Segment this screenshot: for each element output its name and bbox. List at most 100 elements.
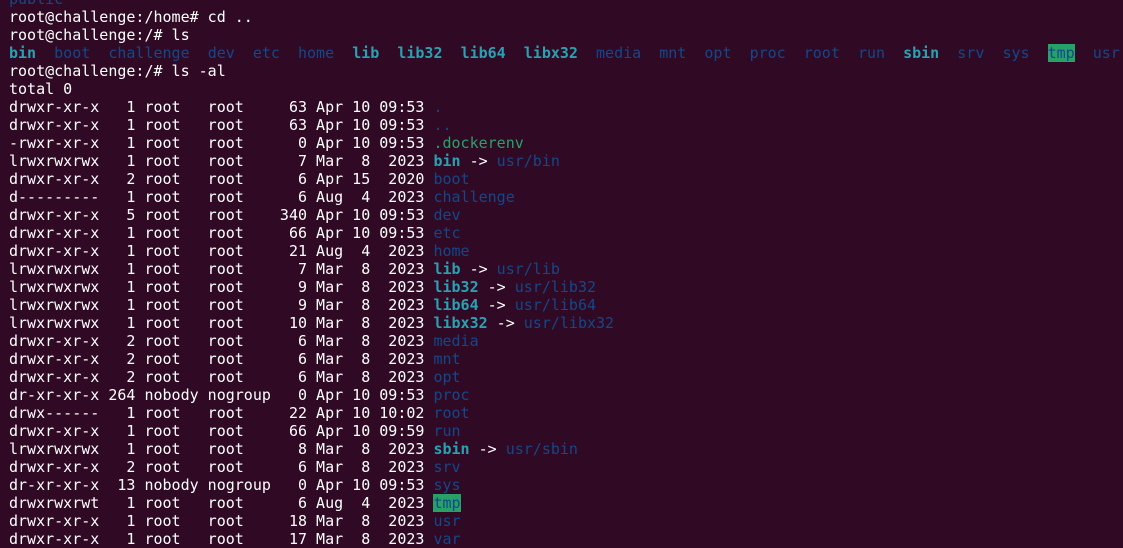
- terminal-text: drwxr-xr-x 2 root root 6 Apr 15 2020: [9, 170, 434, 188]
- terminal-line: drwxr-xr-x 5 root root 340 Apr 10 09:53 …: [9, 206, 1123, 224]
- terminal-line: drwxr-xr-x 1 root root 63 Apr 10 09:53 .: [9, 98, 1123, 116]
- directory-entry: sys: [1002, 44, 1030, 62]
- directory-entry: usr/sbin: [505, 440, 578, 458]
- terminal-line: drwxr-xr-x 2 root root 6 Mar 8 2023 opt: [9, 368, 1123, 386]
- terminal-text: drwxr-xr-x 2 root root 6 Mar 8 2023: [9, 458, 434, 476]
- terminal-line: drwxr-xr-x 2 root root 6 Mar 8 2023 srv: [9, 458, 1123, 476]
- directory-entry: etc: [252, 44, 280, 62]
- terminal-line: dr-xr-xr-x 13 nobody nogroup 0 Apr 10 09…: [9, 476, 1123, 494]
- symlink-entry: lib: [352, 44, 380, 62]
- terminal-line: drwxr-xr-x 1 root root 17 Mar 8 2023 var: [9, 530, 1123, 548]
- terminal-text: lrwxrwxrwx 1 root root 10 Mar 8 2023: [9, 314, 434, 332]
- directory-entry: proc: [749, 44, 786, 62]
- directory-entry: srv: [957, 44, 985, 62]
- terminal-line: -rwxr-xr-x 1 root root 0 Apr 10 09:53 .d…: [9, 134, 1123, 152]
- terminal-text: drwxr-xr-x 2 root root 6 Mar 8 2023: [9, 368, 434, 386]
- directory-entry: usr/lib32: [514, 278, 597, 296]
- symlink-entry: lib64: [460, 44, 506, 62]
- terminal-line: drwxr-xr-x 1 root root 63 Apr 10 09:53 .…: [9, 116, 1123, 134]
- terminal-text: -rwxr-xr-x 1 root root 0 Apr 10 09:53: [9, 134, 434, 152]
- directory-entry: mnt: [433, 350, 461, 368]
- directory-entry: home: [298, 44, 335, 62]
- symlink-arrow: ->: [478, 278, 515, 296]
- sticky-directory-entry: tmp: [433, 494, 461, 512]
- directory-entry: run: [857, 44, 886, 62]
- terminal-line: root@challenge:/# ls: [9, 26, 1123, 44]
- directory-entry: root: [803, 44, 840, 62]
- terminal-text: drwxr-xr-x 5 root root 340 Apr 10 09:53: [9, 206, 434, 224]
- directory-entry: media: [433, 332, 479, 350]
- directory-entry: challenge: [108, 44, 190, 62]
- directory-entry: boot: [54, 44, 91, 62]
- terminal-text: drwxr-xr-x 1 root root 17 Mar 8 2023: [9, 530, 434, 548]
- symlink-entry: lib64: [433, 296, 479, 314]
- directory-entry: proc: [433, 386, 470, 404]
- terminal-text: lrwxrwxrwx 1 root root 9 Mar 8 2023: [9, 296, 434, 314]
- symlink-arrow: ->: [460, 260, 497, 278]
- directory-entry: sys: [433, 476, 461, 494]
- directory-entry: opt: [704, 44, 732, 62]
- terminal-text: dr-xr-xr-x 13 nobody nogroup 0 Apr 10 09…: [9, 476, 434, 494]
- directory-entry: usr: [433, 512, 461, 530]
- terminal-line: d--------- 1 root root 6 Aug 4 2023 chal…: [9, 188, 1123, 206]
- terminal-line: lrwxrwxrwx 1 root root 10 Mar 8 2023 lib…: [9, 314, 1123, 332]
- directory-entry: etc: [433, 224, 461, 242]
- terminal-text: d--------- 1 root root 6 Aug 4 2023: [9, 188, 434, 206]
- terminal-line: total 0: [9, 80, 1123, 98]
- symlink-arrow: ->: [478, 296, 515, 314]
- terminal-text: lrwxrwxrwx 1 root root 8 Mar 8 2023: [9, 440, 434, 458]
- directory-entry: opt: [433, 368, 461, 386]
- directory-entry: media: [596, 44, 642, 62]
- terminal-text: drwxr-xr-x 1 root root 66 Apr 10 09:59: [9, 422, 434, 440]
- terminal-text: lrwxrwxrwx 1 root root 7 Mar 8 2023: [9, 260, 434, 278]
- sticky-directory-entry: tmp: [1047, 44, 1075, 62]
- terminal-text: total 0: [9, 80, 73, 98]
- symlink-entry: sbin: [433, 440, 470, 458]
- directory-entry: ..: [433, 116, 452, 134]
- terminal-line: drwxrwxrwt 1 root root 6 Aug 4 2023 tmp: [9, 494, 1123, 512]
- symlink-entry: libx32: [433, 314, 488, 332]
- terminal-line: drwxr-xr-x 1 root root 66 Apr 10 09:59 r…: [9, 422, 1123, 440]
- directory-entry: usr/bin: [496, 152, 560, 170]
- terminal-output[interactable]: publicroot@challenge:/home# cd ..root@ch…: [9, 0, 1123, 548]
- terminal-text: drwxr-xr-x 2 root root 6 Mar 8 2023: [9, 332, 434, 350]
- directory-entry: dev: [207, 44, 235, 62]
- terminal-line: public: [9, 0, 1123, 8]
- symlink-entry: lib32: [433, 278, 479, 296]
- terminal-line: drwxr-xr-x 1 root root 18 Mar 8 2023 usr: [9, 512, 1123, 530]
- terminal-text: dr-xr-xr-x 264 nobody nogroup 0 Apr 10 0…: [9, 386, 434, 404]
- directory-entry: home: [433, 242, 470, 260]
- terminal-line: lrwxrwxrwx 1 root root 7 Mar 8 2023 bin …: [9, 152, 1123, 170]
- terminal-text: drwx------ 1 root root 22 Apr 10 10:02: [9, 404, 434, 422]
- terminal-text: drwxr-xr-x 1 root root 21 Aug 4 2023: [9, 242, 434, 260]
- symlink-arrow: ->: [460, 152, 497, 170]
- symlink-entry: sbin: [903, 44, 940, 62]
- symlink-arrow: ->: [469, 440, 506, 458]
- directory-entry: usr/libx32: [523, 314, 615, 332]
- terminal-line: bin boot challenge dev etc home lib lib3…: [9, 44, 1123, 62]
- terminal-text: root@challenge:/# ls -al: [9, 62, 226, 80]
- terminal-line: drwxr-xr-x 1 root root 66 Apr 10 09:53 e…: [9, 224, 1123, 242]
- directory-entry: .: [433, 98, 443, 116]
- directory-entry: dev: [433, 206, 461, 224]
- directory-entry: usr/lib: [496, 260, 560, 278]
- terminal-line: lrwxrwxrwx 1 root root 7 Mar 8 2023 lib …: [9, 260, 1123, 278]
- directory-entry: boot: [433, 170, 470, 188]
- symlink-entry: lib: [433, 260, 461, 278]
- terminal-line: lrwxrwxrwx 1 root root 9 Mar 8 2023 lib3…: [9, 278, 1123, 296]
- symlink-entry: lib32: [397, 44, 443, 62]
